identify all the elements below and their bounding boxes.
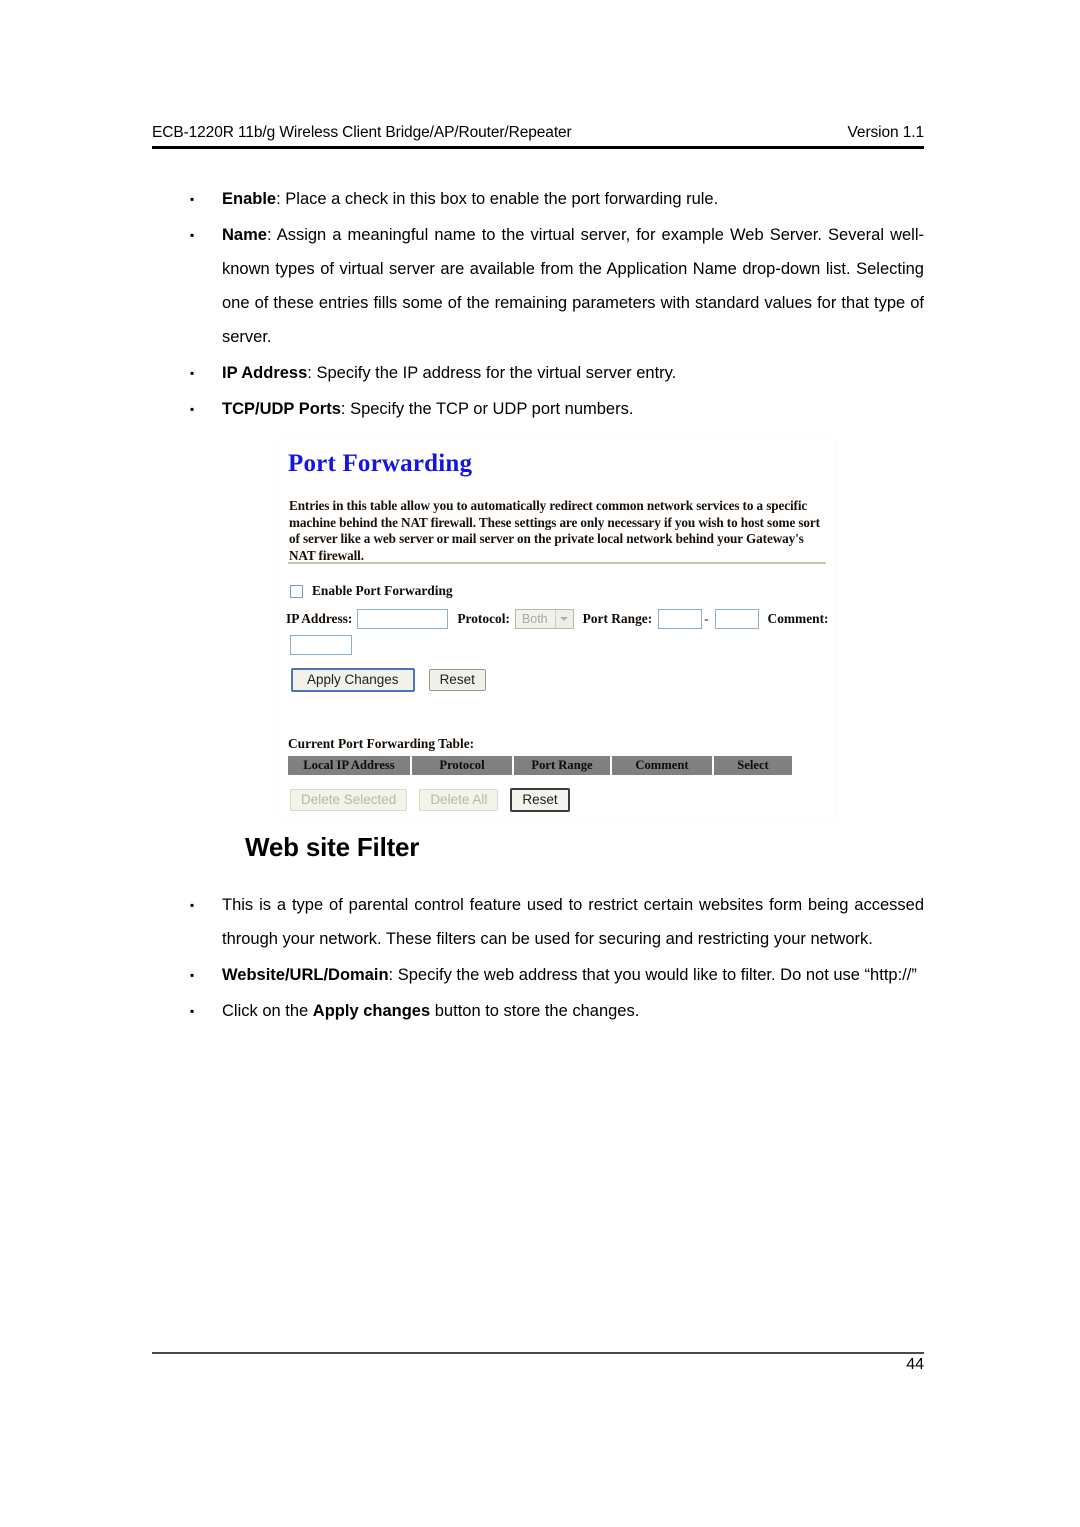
apply-changes-button[interactable]: Apply Changes — [291, 668, 415, 692]
bullet-marker-icon: ▪ — [190, 192, 195, 206]
list-item: ▪ TCP/UDP Ports: Specify the TCP or UDP … — [152, 392, 924, 426]
bullet-marker-icon: ▪ — [190, 402, 195, 416]
list-item: ▪ Enable: Place a check in this box to e… — [152, 182, 924, 216]
document-page: ECB-1220R 11b/g Wireless Client Bridge/A… — [0, 0, 1080, 1527]
enable-port-forwarding-row[interactable]: Enable Port Forwarding — [290, 583, 453, 599]
bullet-list-top: ▪ Enable: Place a check in this box to e… — [152, 182, 924, 426]
list-item-separator: : — [266, 226, 277, 244]
enable-port-forwarding-label: Enable Port Forwarding — [312, 583, 453, 598]
list-item-text: Specify the web address that you would l… — [397, 966, 917, 984]
page-title: Web site Filter — [245, 832, 420, 862]
list-item-text: This is a type of parental control featu… — [222, 896, 924, 948]
port-range-end-input[interactable] — [714, 609, 759, 629]
port-range-start-input[interactable] — [658, 609, 703, 629]
upper-body-text: ▪ Enable: Place a check in this box to e… — [152, 182, 924, 428]
list-item: ▪ Click on the Apply changes button to s… — [152, 994, 924, 1028]
list-item-text: Place a check in this box to enable the … — [285, 190, 719, 208]
bullet-marker-icon: ▪ — [190, 968, 195, 982]
delete-selected-button[interactable]: Delete Selected — [290, 789, 408, 811]
column-header-port-range: Port Range — [514, 756, 610, 775]
chevron-down-icon[interactable] — [554, 610, 573, 628]
list-item-text-bold: Apply changes — [312, 1002, 431, 1020]
enable-port-forwarding-checkbox[interactable] — [290, 584, 303, 598]
comment-label: Comment: — [767, 611, 829, 626]
list-item-text: Specify the TCP or UDP port numbers. — [350, 400, 634, 418]
document-header: ECB-1220R 11b/g Wireless Client Bridge/A… — [152, 124, 924, 142]
protocol-select[interactable]: Both — [514, 609, 574, 629]
list-item: ▪ IP Address: Specify the IP address for… — [152, 356, 924, 390]
bullet-marker-icon: ▪ — [190, 228, 195, 242]
header-version-right: Version 1.1 — [847, 124, 925, 141]
list-item-label: IP Address — [222, 364, 308, 382]
reset-button-bottom[interactable]: Reset — [510, 788, 570, 812]
page-number: 44 — [906, 1356, 924, 1373]
column-header-select: Select — [714, 756, 792, 775]
column-header-protocol: Protocol — [412, 756, 512, 775]
list-item: ▪ This is a type of parental control fea… — [152, 888, 924, 956]
protocol-label: Protocol: — [457, 611, 510, 626]
list-item-separator: : — [276, 190, 286, 208]
panel-divider — [288, 562, 826, 564]
header-rule — [152, 146, 924, 149]
form-action-buttons: Apply Changes Reset — [291, 668, 486, 692]
list-item-text: Assign a meaningful name to the virtual … — [222, 226, 924, 346]
list-item-text-post: button to store the changes. — [430, 1002, 640, 1020]
port-forwarding-table-header: Local IP Address Protocol Port Range Com… — [288, 756, 792, 775]
column-header-comment: Comment — [612, 756, 712, 775]
list-item-label: Name — [222, 226, 267, 244]
table-action-buttons: Delete Selected Delete All Reset — [290, 788, 570, 812]
port-range-label: Port Range: — [582, 611, 653, 626]
list-item-text: Specify the IP address for the virtual s… — [316, 364, 677, 382]
panel-title: Port Forwarding — [288, 450, 473, 477]
lower-body-text: ▪ This is a type of parental control fea… — [152, 888, 924, 1030]
column-header-local-ip-address: Local IP Address — [288, 756, 410, 775]
comment-input[interactable] — [290, 635, 352, 655]
list-item-text-pre: Click on the — [222, 1002, 313, 1020]
bullet-marker-icon: ▪ — [190, 366, 195, 380]
list-item: ▪ Website/URL/Domain: Specify the web ad… — [152, 958, 924, 992]
header-title-left: ECB-1220R 11b/g Wireless Client Bridge/A… — [152, 124, 572, 141]
reset-button-top[interactable]: Reset — [428, 669, 486, 691]
bullet-list-bottom: ▪ This is a type of parental control fea… — [152, 888, 924, 1028]
list-item-label: Enable — [222, 190, 277, 208]
list-item-separator: : — [340, 400, 351, 418]
list-item-label: TCP/UDP Ports — [222, 400, 341, 418]
bullet-marker-icon: ▪ — [190, 1004, 195, 1018]
ip-address-label: IP Address: — [286, 611, 353, 626]
list-item-separator: : — [388, 966, 398, 984]
port-forwarding-fields-row: IP Address: Protocol: Both Port Range: -… — [286, 609, 831, 629]
bullet-marker-icon: ▪ — [190, 898, 195, 912]
port-range-dash: - — [704, 611, 709, 626]
list-item: ▪ Name: Assign a meaningful name to the … — [152, 218, 924, 354]
protocol-selected-value: Both — [521, 612, 548, 626]
current-table-caption: Current Port Forwarding Table: — [288, 736, 475, 751]
port-forwarding-screenshot: Port Forwarding Entries in this table al… — [278, 440, 836, 818]
ip-address-input[interactable] — [357, 609, 449, 629]
panel-description: Entries in this table allow you to autom… — [289, 498, 820, 563]
footer-rule — [152, 1352, 924, 1354]
list-item-label: Website/URL/Domain — [222, 966, 389, 984]
delete-all-button[interactable]: Delete All — [419, 789, 499, 811]
